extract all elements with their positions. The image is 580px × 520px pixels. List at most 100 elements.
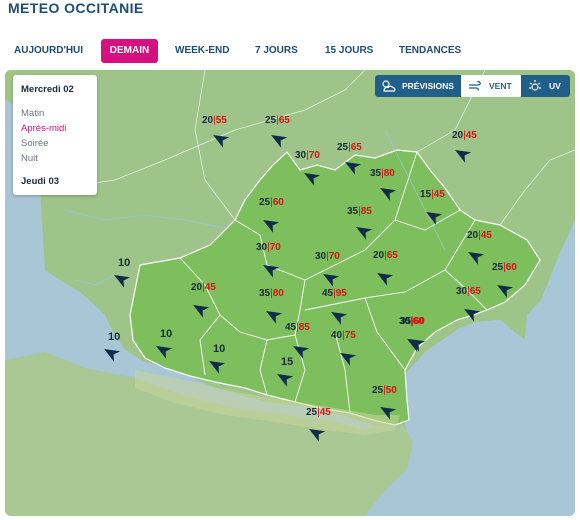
wind-arrow-icon xyxy=(377,273,393,286)
uv-sun-icon xyxy=(529,80,541,91)
wind-arrow-icon xyxy=(426,212,442,225)
sea-wind-label: 10 xyxy=(213,343,225,355)
wind-arrow-icon xyxy=(114,275,130,288)
tab-demain[interactable]: DEMAIN xyxy=(101,39,158,63)
wind-speed: 35 xyxy=(370,168,382,179)
wind-gust: 50 xyxy=(385,385,397,396)
wind-speed: 25 xyxy=(259,197,271,208)
wind-label: 20|45 xyxy=(191,282,216,294)
sea-wind-label: 10 xyxy=(160,328,172,340)
wind-arrow-icon xyxy=(193,305,209,318)
wind-speed: 25 xyxy=(306,407,318,418)
wind-speed: 25 xyxy=(492,262,504,273)
day-mercredi[interactable]: Mercredi 02 xyxy=(21,84,74,95)
day-jeudi[interactable]: Jeudi 03 xyxy=(21,176,59,187)
sea-wind-label: 10 xyxy=(108,331,120,343)
wind-gust: 65 xyxy=(278,115,290,126)
wind-arrow-icon xyxy=(309,429,325,442)
wind-arrow-icon xyxy=(293,346,309,359)
wind-gust: 65 xyxy=(386,250,398,261)
wind-speed: 25 xyxy=(337,142,349,153)
wind-speed: 45 xyxy=(285,322,297,333)
wind-gust: 65 xyxy=(469,286,481,297)
wind-icon xyxy=(469,80,481,91)
wind-arrow-icon xyxy=(331,312,347,325)
wind-arrow-icon xyxy=(104,349,120,362)
vent-button[interactable]: VENT xyxy=(461,75,521,97)
wind-gust: 80 xyxy=(383,168,395,179)
day-selector: Mercredi 02 Matin Après-midi Soirée Nuit… xyxy=(13,75,97,195)
wind-arrow-icon xyxy=(380,407,396,420)
wind-label: 15|45 xyxy=(420,189,445,201)
period-apres-midi[interactable]: Après-midi xyxy=(21,123,66,134)
wind-arrow-icon xyxy=(356,227,372,240)
wind-label: 20|65 xyxy=(373,250,398,262)
page-title: METEO OCCITANIE xyxy=(8,0,144,16)
uv-button[interactable]: UV xyxy=(521,75,570,97)
wind-gust: 60 xyxy=(505,262,517,273)
tab-tendances[interactable]: TENDANCES xyxy=(399,39,461,63)
wind-speed: 30 xyxy=(256,242,268,253)
wind-label: 25|60 xyxy=(492,262,517,274)
wind-label: 20|55 xyxy=(202,115,227,127)
wind-map[interactable]: Mercredi 02 Matin Après-midi Soirée Nuit… xyxy=(5,70,575,516)
wind-speed: 35 xyxy=(347,206,359,217)
sea-wind-speed: 10 xyxy=(160,328,173,340)
sea-wind-speed: 10 xyxy=(108,331,121,343)
tab-week-end[interactable]: WEEK-END xyxy=(175,39,229,63)
sea-wind-speed: 10 xyxy=(118,257,131,269)
wind-speed: 20 xyxy=(191,282,203,293)
tab-7-jours[interactable]: 7 JOURS xyxy=(255,39,298,63)
wind-gust: 45 xyxy=(480,230,492,241)
wind-arrow-icon xyxy=(497,285,513,298)
wind-arrow-icon xyxy=(345,162,361,175)
tab-aujourdhui[interactable]: AUJOURD'HUI xyxy=(14,39,83,63)
wind-label: 25|65 xyxy=(265,115,290,127)
wind-speed: 45 xyxy=(322,288,334,299)
previsions-button[interactable]: PRÉVISIONS xyxy=(375,75,461,97)
wind-arrow-icon xyxy=(468,252,484,265)
wind-label: 25|50 xyxy=(372,385,397,397)
wind-speed: 30 xyxy=(295,150,307,161)
wind-gust: 85 xyxy=(298,322,310,333)
wind-arrow-icon xyxy=(304,173,320,186)
wind-label: 30|60 xyxy=(399,316,424,328)
period-nuit[interactable]: Nuit xyxy=(21,153,38,164)
wind-arrow-icon xyxy=(213,135,229,148)
wind-arrow-icon xyxy=(156,346,172,359)
wind-label: 30|65 xyxy=(456,286,481,298)
wind-label: 45|85 xyxy=(285,322,310,334)
wind-speed: 30 xyxy=(456,286,468,297)
uv-label: UV xyxy=(549,81,561,91)
wind-speed: 15 xyxy=(420,189,432,200)
wind-gust: 80 xyxy=(272,288,284,299)
wind-gust: 75 xyxy=(344,330,356,341)
wind-gust: 55 xyxy=(215,115,227,126)
wind-arrow-icon xyxy=(455,150,471,163)
vent-label: VENT xyxy=(489,81,512,91)
wind-label: 45|95 xyxy=(322,288,347,300)
tab-15-jours[interactable]: 15 JOURS xyxy=(325,39,373,63)
wind-arrow-icon xyxy=(263,220,279,233)
wind-arrow-icon xyxy=(340,353,356,366)
period-matin[interactable]: Matin xyxy=(21,108,44,119)
wind-arrow-icon xyxy=(266,311,282,324)
wind-gust: 70 xyxy=(269,242,281,253)
wind-arrow-icon xyxy=(323,274,339,287)
wind-label: 25|45 xyxy=(306,407,331,419)
wind-speed: 20 xyxy=(467,230,479,241)
wind-speed: 20 xyxy=(202,115,214,126)
wind-gust: 70 xyxy=(308,150,320,161)
wind-label: 25|65 xyxy=(337,142,362,154)
wind-speed: 35 xyxy=(259,288,271,299)
wind-speed: 25 xyxy=(265,115,277,126)
wind-gust: 60 xyxy=(412,316,424,327)
period-soiree[interactable]: Soirée xyxy=(21,138,48,149)
wind-gust: 95 xyxy=(335,288,347,299)
wind-label: 30|70 xyxy=(315,251,340,263)
wind-label: 20|45 xyxy=(452,130,477,142)
sea-wind-label: 15 xyxy=(281,356,293,368)
previsions-label: PRÉVISIONS xyxy=(402,81,454,91)
wind-label: 20|45 xyxy=(467,230,492,242)
wind-speed: 30 xyxy=(315,251,327,262)
